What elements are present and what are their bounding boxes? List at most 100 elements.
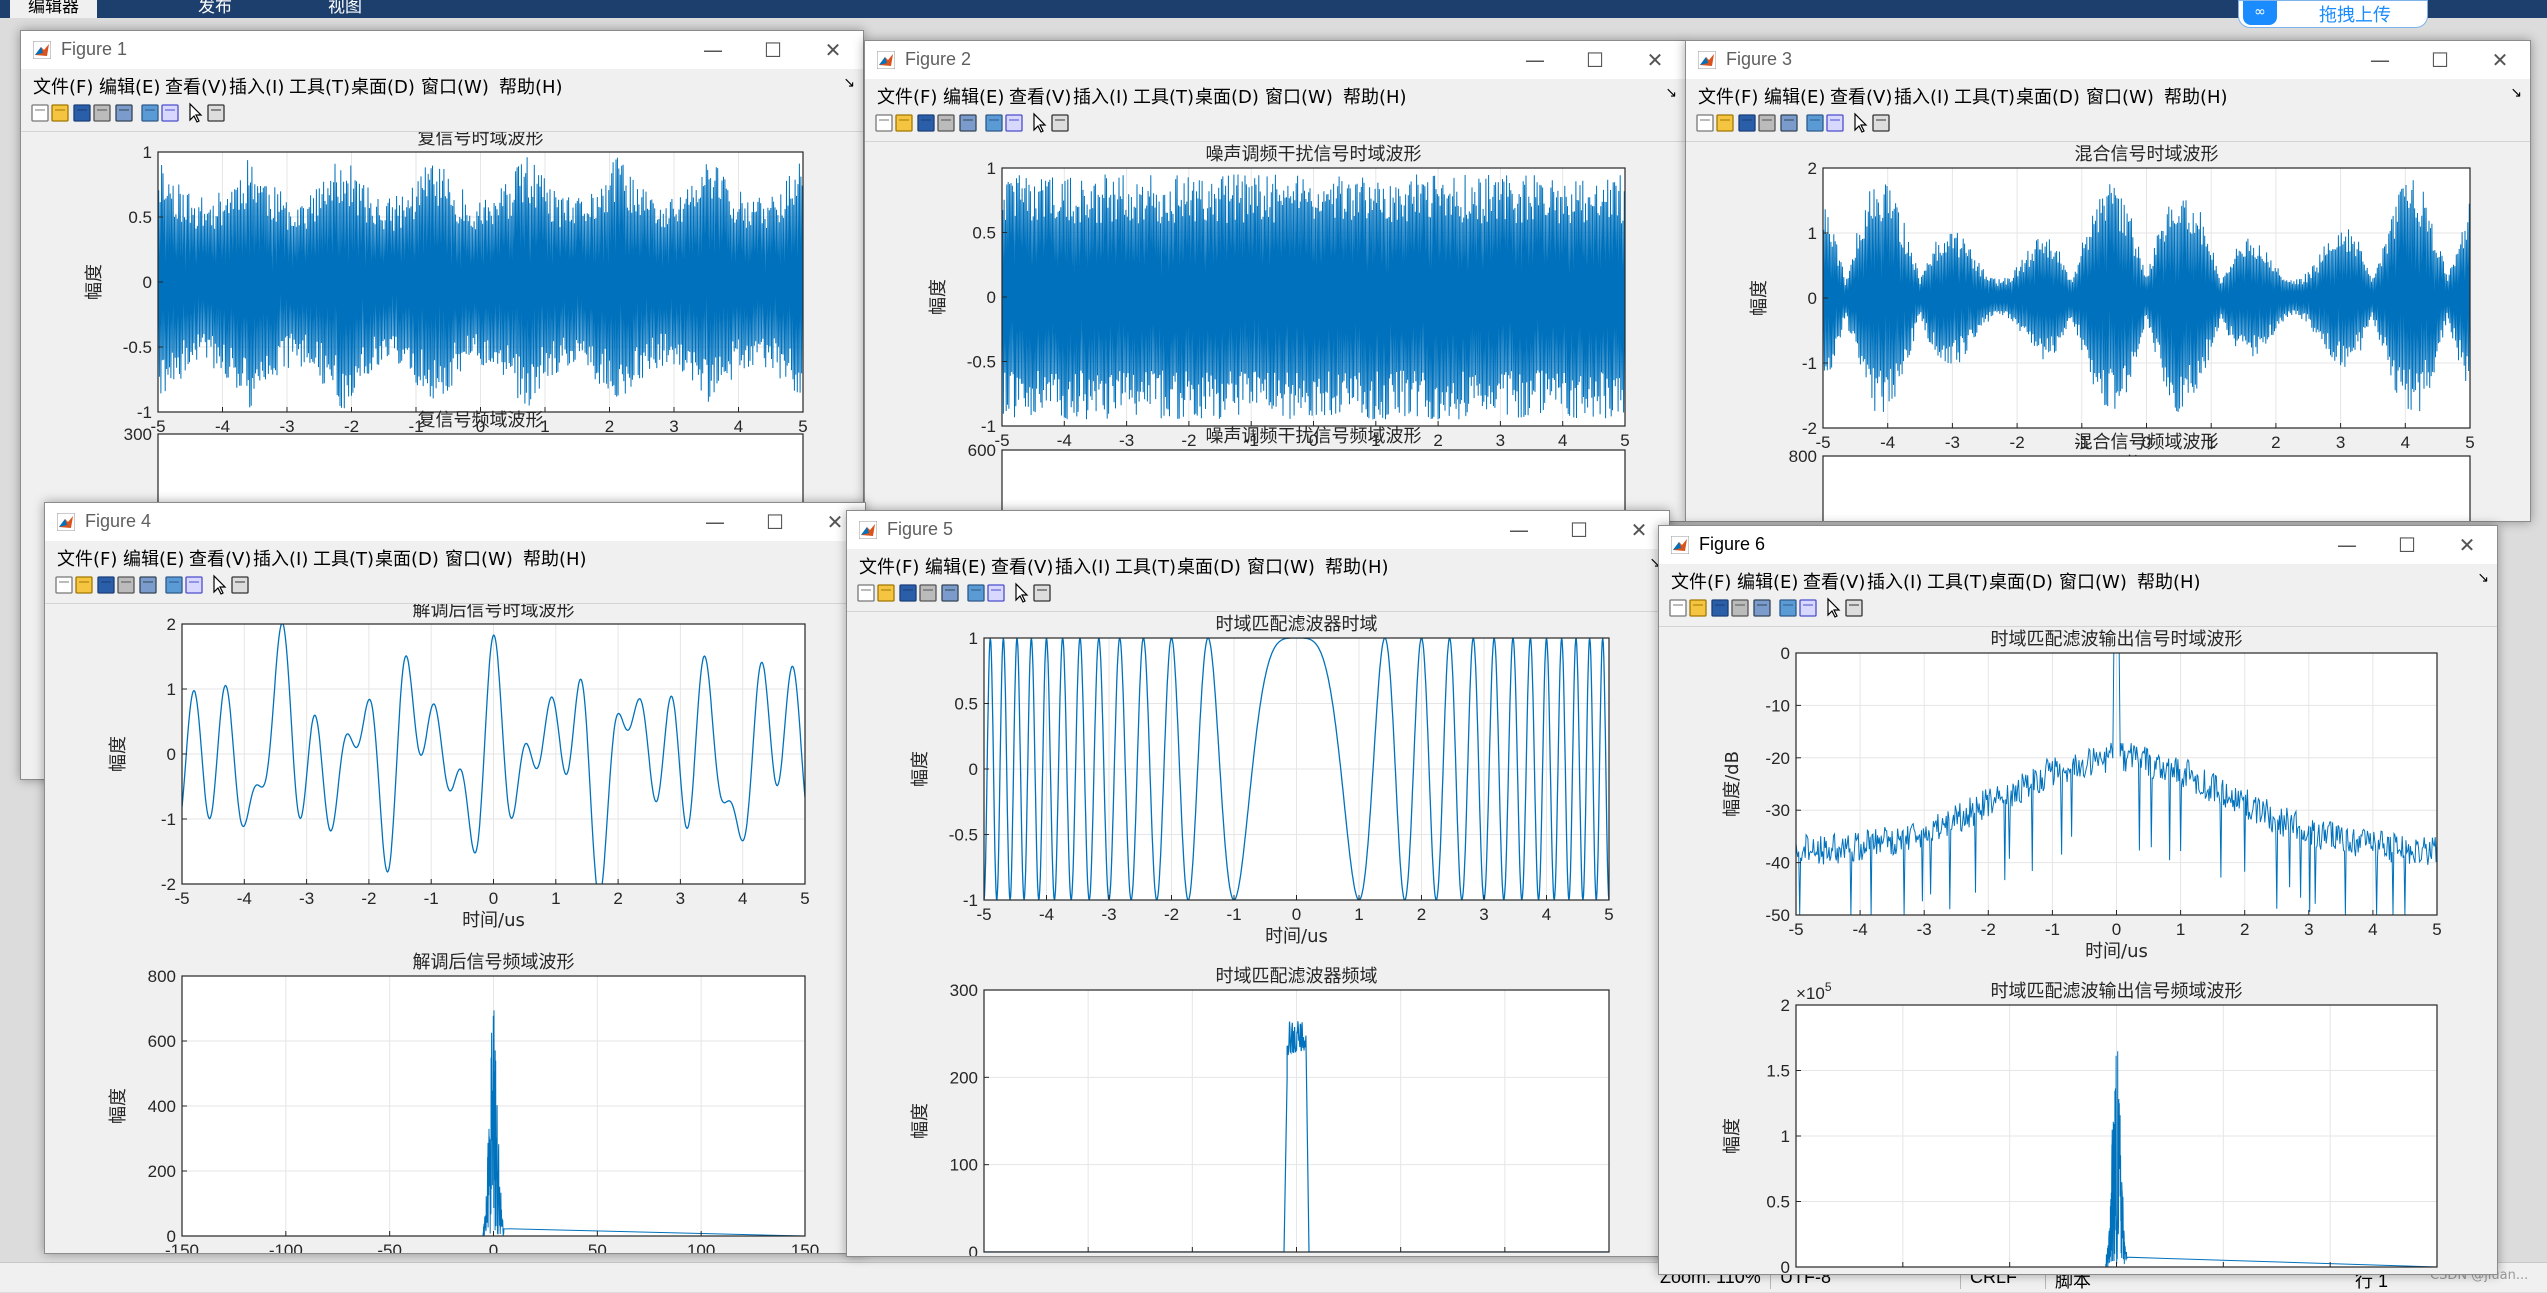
maximize-button[interactable]: ☐ <box>753 35 793 65</box>
print-icon[interactable] <box>935 112 957 134</box>
new-figure-icon[interactable] <box>29 102 51 124</box>
dock-arrow-icon[interactable]: ↘ <box>843 75 855 91</box>
open-file-icon[interactable] <box>1687 597 1709 619</box>
minimize-button[interactable]: — <box>695 507 735 537</box>
dock-arrow-icon[interactable]: ↘ <box>1665 85 1677 101</box>
menu-window[interactable]: 窗口(W) <box>1265 83 1333 109</box>
new-figure-icon[interactable] <box>855 582 877 604</box>
menu-tools[interactable]: 工具(T) <box>289 73 350 99</box>
menu-help[interactable]: 帮助(H) <box>523 545 587 571</box>
link-icon[interactable] <box>1751 597 1773 619</box>
minimize-button[interactable]: — <box>1499 515 1539 545</box>
menu-insert[interactable]: 插入(I) <box>253 545 308 571</box>
menu-help[interactable]: 帮助(H) <box>2137 568 2201 594</box>
close-button[interactable]: ✕ <box>2480 45 2520 75</box>
save-icon[interactable] <box>1736 112 1758 134</box>
menu-edit[interactable]: 编辑(E) <box>943 83 1004 109</box>
figure-window-5[interactable]: Figure 5 — ☐ ✕ 文件(F) 编辑(E) 查看(V) 插入(I) 工具(T)… <box>846 510 1670 1257</box>
menu-view[interactable]: 查看(V) <box>991 553 1053 579</box>
insert-legend-icon[interactable] <box>1824 112 1846 134</box>
link-icon[interactable] <box>113 102 135 124</box>
close-button[interactable]: ✕ <box>1619 515 1659 545</box>
menu-desktop[interactable]: 桌面(D) <box>375 545 439 571</box>
menu-file[interactable]: 文件(F) <box>57 545 117 571</box>
menu-file[interactable]: 文件(F) <box>1698 83 1758 109</box>
menu-view[interactable]: 查看(V) <box>1009 83 1071 109</box>
link-icon[interactable] <box>1778 112 1800 134</box>
menu-file[interactable]: 文件(F) <box>33 73 93 99</box>
insert-colorbar-icon[interactable] <box>139 102 161 124</box>
print-icon[interactable] <box>1756 112 1778 134</box>
open-file-icon[interactable] <box>1714 112 1736 134</box>
menu-help[interactable]: 帮助(H) <box>1343 83 1407 109</box>
menu-edit[interactable]: 编辑(E) <box>123 545 184 571</box>
insert-colorbar-icon[interactable] <box>1804 112 1826 134</box>
new-figure-icon[interactable] <box>873 112 895 134</box>
property-inspector-icon[interactable] <box>1031 582 1053 604</box>
edit-plot-icon[interactable] <box>1029 112 1051 134</box>
menu-window[interactable]: 窗口(W) <box>445 545 513 571</box>
tab-publish[interactable]: 发布 <box>180 0 250 18</box>
figure-window-3[interactable]: Figure 3 — ☐ ✕ 文件(F) 编辑(E) 查看(V) 插入(I) 工具(T)… <box>1685 40 2531 522</box>
maximize-button[interactable]: ☐ <box>755 507 795 537</box>
dock-arrow-icon[interactable]: ↘ <box>2477 570 2489 586</box>
insert-colorbar-icon[interactable] <box>1777 597 1799 619</box>
menu-desktop[interactable]: 桌面(D) <box>1989 568 2053 594</box>
close-button[interactable]: ✕ <box>813 35 853 65</box>
menu-edit[interactable]: 编辑(E) <box>1737 568 1798 594</box>
menu-edit[interactable]: 编辑(E) <box>1764 83 1825 109</box>
property-inspector-icon[interactable] <box>1843 597 1865 619</box>
menu-tools[interactable]: 工具(T) <box>1927 568 1988 594</box>
menu-help[interactable]: 帮助(H) <box>2164 83 2228 109</box>
print-icon[interactable] <box>917 582 939 604</box>
maximize-button[interactable]: ☐ <box>1575 45 1615 75</box>
link-icon[interactable] <box>137 574 159 596</box>
menu-view[interactable]: 查看(V) <box>165 73 227 99</box>
tab-editor[interactable]: 编辑器 <box>10 0 97 18</box>
menu-tools[interactable]: 工具(T) <box>313 545 374 571</box>
maximize-button[interactable]: ☐ <box>1559 515 1599 545</box>
close-button[interactable]: ✕ <box>2447 530 2487 560</box>
insert-colorbar-icon[interactable] <box>163 574 185 596</box>
insert-legend-icon[interactable] <box>159 102 181 124</box>
edit-plot-icon[interactable] <box>1011 582 1033 604</box>
menu-view[interactable]: 查看(V) <box>189 545 251 571</box>
insert-legend-icon[interactable] <box>1003 112 1025 134</box>
edit-plot-icon[interactable] <box>209 574 231 596</box>
insert-colorbar-icon[interactable] <box>983 112 1005 134</box>
maximize-button[interactable]: ☐ <box>2420 45 2460 75</box>
property-inspector-icon[interactable] <box>229 574 251 596</box>
window-titlebar[interactable]: Figure 5 — ☐ ✕ <box>847 511 1669 549</box>
edit-plot-icon[interactable] <box>1850 112 1872 134</box>
menu-file[interactable]: 文件(F) <box>859 553 919 579</box>
window-titlebar[interactable]: Figure 4 — ☐ ✕ <box>45 503 865 541</box>
print-icon[interactable] <box>91 102 113 124</box>
menu-insert[interactable]: 插入(I) <box>1073 83 1128 109</box>
menu-desktop[interactable]: 桌面(D) <box>351 73 415 99</box>
print-icon[interactable] <box>115 574 137 596</box>
menu-tools[interactable]: 工具(T) <box>1115 553 1176 579</box>
insert-legend-icon[interactable] <box>183 574 205 596</box>
save-icon[interactable] <box>1709 597 1731 619</box>
menu-desktop[interactable]: 桌面(D) <box>1177 553 1241 579</box>
menu-desktop[interactable]: 桌面(D) <box>1195 83 1259 109</box>
property-inspector-icon[interactable] <box>1870 112 1892 134</box>
menu-window[interactable]: 窗口(W) <box>421 73 489 99</box>
menu-view[interactable]: 查看(V) <box>1803 568 1865 594</box>
window-titlebar[interactable]: Figure 6 — ☐ ✕ <box>1659 526 2497 564</box>
close-button[interactable]: ✕ <box>1635 45 1675 75</box>
open-file-icon[interactable] <box>893 112 915 134</box>
menu-help[interactable]: 帮助(H) <box>499 73 563 99</box>
dock-arrow-icon[interactable]: ↘ <box>2510 85 2522 101</box>
menu-view[interactable]: 查看(V) <box>1830 83 1892 109</box>
figure-window-2[interactable]: Figure 2 — ☐ ✕ 文件(F) 编辑(E) 查看(V) 插入(I) 工具(T)… <box>864 40 1686 522</box>
figure-window-6[interactable]: Figure 6 — ☐ ✕ 文件(F) 编辑(E) 查看(V) 插入(I) 工具(T)… <box>1658 525 2498 1275</box>
menu-tools[interactable]: 工具(T) <box>1133 83 1194 109</box>
property-inspector-icon[interactable] <box>205 102 227 124</box>
insert-legend-icon[interactable] <box>1797 597 1819 619</box>
link-icon[interactable] <box>957 112 979 134</box>
open-file-icon[interactable] <box>875 582 897 604</box>
menu-tools[interactable]: 工具(T) <box>1954 83 2015 109</box>
menu-help[interactable]: 帮助(H) <box>1325 553 1389 579</box>
menu-edit[interactable]: 编辑(E) <box>99 73 160 99</box>
